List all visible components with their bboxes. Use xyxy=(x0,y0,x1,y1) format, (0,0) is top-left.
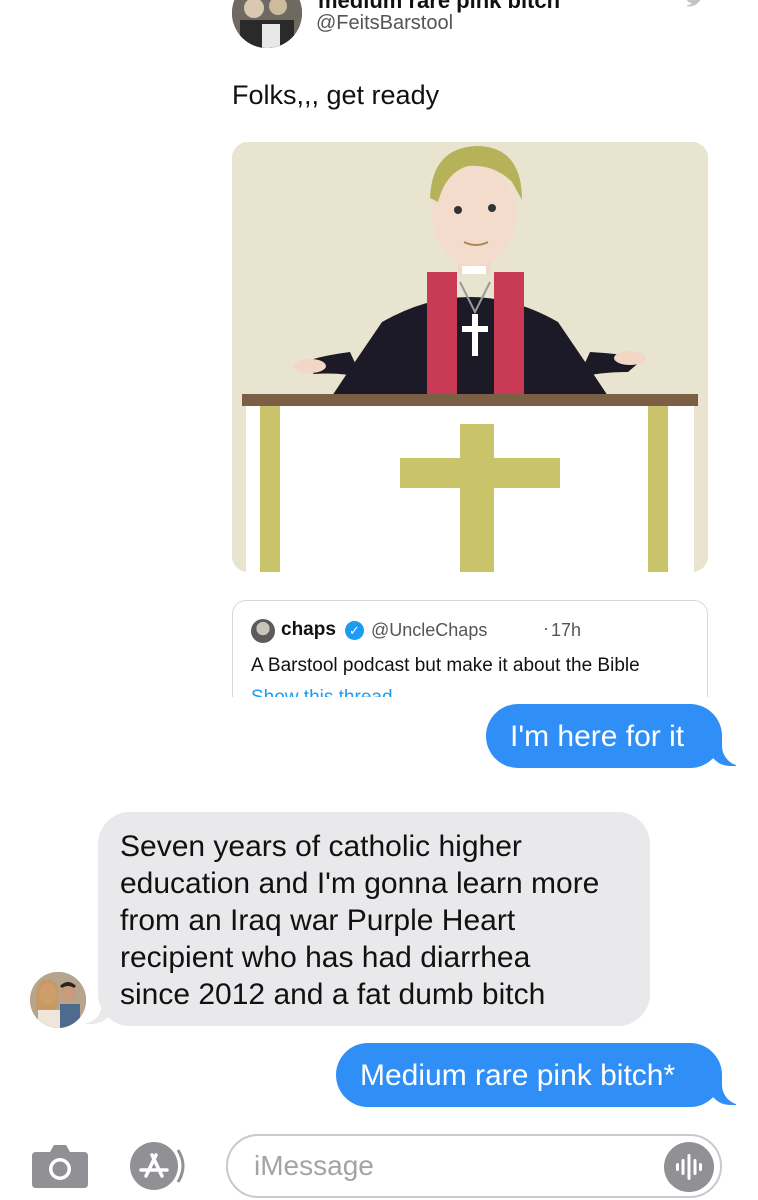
show-thread-link[interactable]: Show this thread xyxy=(251,687,393,697)
waveform-icon xyxy=(676,1154,702,1180)
quoted-tweet-text: A Barstool podcast but make it about the… xyxy=(251,655,640,676)
camera-button[interactable] xyxy=(30,1142,90,1190)
message-bubble-sent[interactable]: I'm here for it xyxy=(486,704,722,768)
quoted-timestamp: 17h xyxy=(551,620,582,640)
quoted-author-name[interactable]: chaps xyxy=(281,619,336,641)
tweet-text: Folks,,, get ready xyxy=(232,80,440,110)
tweet-image-priest-illustration[interactable] xyxy=(232,142,708,572)
message-bubble-received[interactable]: Seven years of catholic higher education… xyxy=(98,812,650,1026)
message-bubble-sent[interactable]: Medium rare pink bitch* xyxy=(336,1043,722,1107)
app-store-button[interactable] xyxy=(126,1140,194,1192)
quoted-separator: · xyxy=(543,618,549,638)
twitter-logo-icon xyxy=(684,0,706,15)
tweet-handle[interactable]: @FeitsBarstool xyxy=(316,12,453,35)
message-line: education and I'm gonna learn more xyxy=(120,867,600,900)
message-line: Seven years of catholic higher xyxy=(120,830,522,863)
message-text: Medium rare pink bitch* xyxy=(360,1059,676,1092)
camera-icon xyxy=(32,1145,88,1188)
tweet-author-avatar[interactable] xyxy=(232,0,302,48)
message-line: recipient who has had diarrhea xyxy=(120,941,531,974)
quoted-author-handle[interactable]: @UncleChaps xyxy=(371,620,487,641)
app-store-icon xyxy=(130,1142,185,1190)
message-line: since 2012 and a fat dumb bitch xyxy=(120,978,546,1011)
verified-badge-icon: ✓ xyxy=(345,621,364,640)
message-text: I'm here for it xyxy=(510,720,685,753)
quoted-author-avatar xyxy=(251,619,275,643)
audio-message-button[interactable] xyxy=(664,1142,714,1192)
contact-avatar[interactable] xyxy=(30,972,86,1028)
quoted-tweet-card[interactable]: chaps ✓ @UncleChaps · 17h A Barstool pod… xyxy=(232,600,708,697)
imessage-input[interactable] xyxy=(226,1134,722,1198)
message-line: from an Iraq war Purple Heart xyxy=(120,904,516,937)
